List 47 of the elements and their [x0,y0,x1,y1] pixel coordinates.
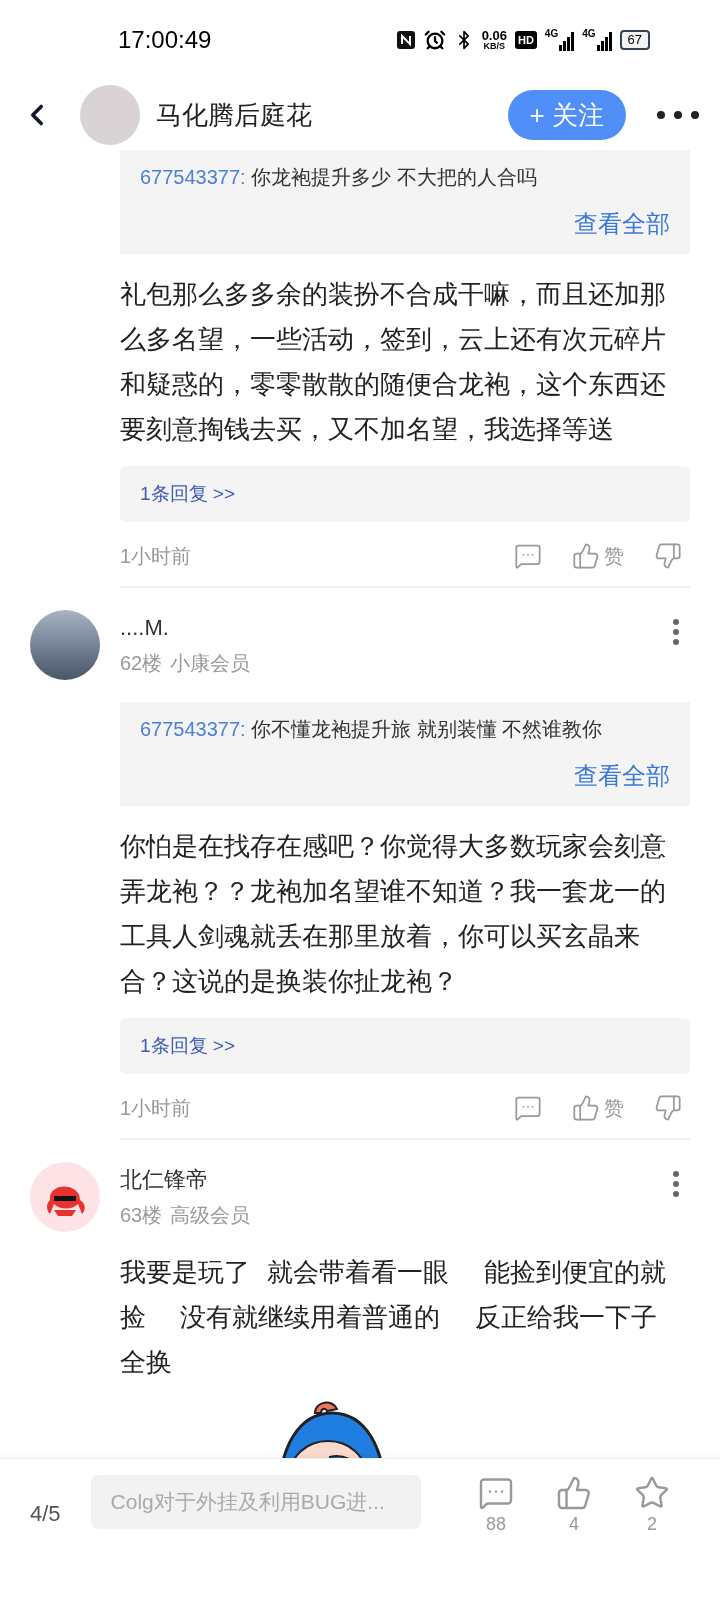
quoted-reply: 677543377: 你龙袍提升多少 不大把的人合吗 [140,165,538,190]
author-name[interactable]: 马化腾后庭花 [156,95,312,135]
member-rank: 小康会员 [170,651,251,676]
like-label[interactable]: 赞 [604,541,624,571]
hd-icon: HD [514,31,537,49]
comment-input[interactable]: Colg对于外挂及利用BUG进... [90,1475,421,1529]
follow-button[interactable]: + 关注 [507,90,626,140]
comment-icon[interactable] [478,1475,514,1511]
author-avatar[interactable] [80,85,140,145]
post-time: 1小时前 [120,1096,192,1121]
net-speed: 0.06 [481,29,507,42]
user-name[interactable]: 北仁锋帝 [120,1162,672,1198]
member-rank: 高级会员 [170,1203,251,1228]
comment-text: 我要是玩了 就会带着看一眼 能捡到便宜的就捡 没有就继续用着普通的 反正给我一下子全换 [120,1256,667,1379]
like-icon[interactable] [556,1475,592,1511]
dislike-icon[interactable] [654,542,682,570]
more-options-icon[interactable] [672,1170,680,1198]
status-time: 17:00:49 [118,25,212,55]
view-all-link[interactable]: 查看全部 [574,758,670,794]
alarm-icon [423,29,446,51]
battery-icon: 67 [619,30,650,50]
more-options-icon[interactable] [672,618,680,646]
view-all-link[interactable]: 查看全部 [574,206,670,242]
comment-text: 礼包那么多多余的装扮不合成干嘛，而且还加那么多名望，一些活动，签到，云上还有次元碎片和疑惑的，零零散散的随便合龙袍，这个东西还要刻意掏钱去买，又不加名望，我选择等送 [120,278,667,446]
favorite-icon[interactable] [634,1475,670,1511]
nfc-icon [395,30,416,50]
comment-icon[interactable] [514,1094,542,1122]
like-icon[interactable] [572,542,600,570]
comment-count: 88 [486,1513,506,1536]
favorite-count: 2 [647,1513,657,1536]
dislike-icon[interactable] [654,1094,682,1122]
post-time: 1小时前 [120,544,192,569]
user-avatar[interactable] [30,1162,100,1232]
floor-number: 62楼 [120,651,163,676]
net-speed-unit: KB/S [483,42,506,51]
user-name[interactable]: ....M. [120,610,672,646]
more-icon[interactable] [656,110,700,120]
like-icon[interactable] [572,1094,600,1122]
replies-link[interactable]: 1条回复 >> [120,466,690,522]
floor-number: 63楼 [120,1203,163,1228]
like-count: 4 [569,1513,579,1536]
replies-link[interactable]: 1条回复 >> [120,1018,690,1074]
quoted-reply: 677543377: 你不懂龙袍提升旅 就别装懂 不然谁教你 [140,717,604,742]
comment-text: 你怕是在找存在感吧？你觉得大多数玩家会刻意弄龙袍？？龙袍加名望谁不知道？我一套龙一的工具人剑魂就丢在那里放着，你可以买玄晶来合？这说的是换装你扯龙袍？ [120,830,667,998]
comment-icon[interactable] [514,542,542,570]
like-label[interactable]: 赞 [604,1093,624,1123]
page-indicator: 4/5 [30,1500,61,1528]
